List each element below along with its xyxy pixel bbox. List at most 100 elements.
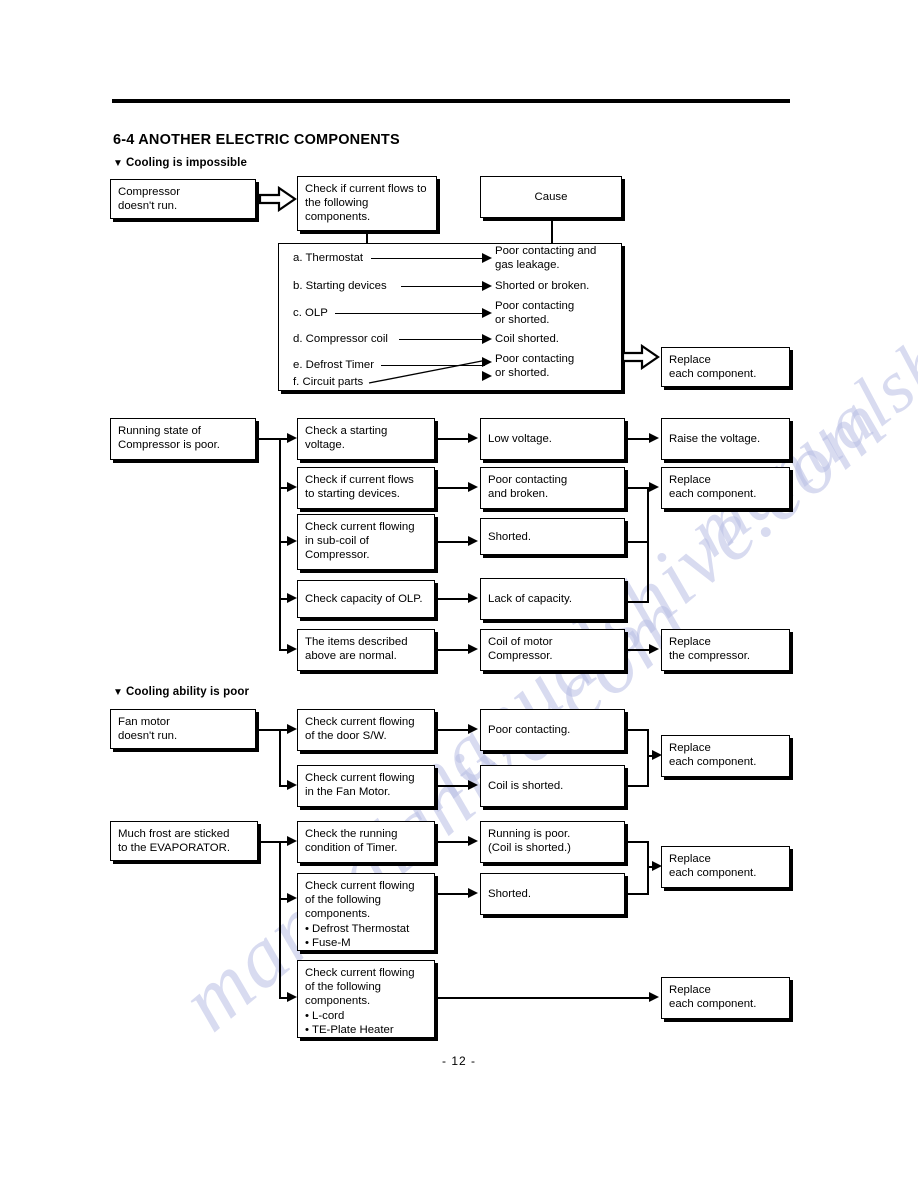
arrow-head-icon xyxy=(649,992,659,1002)
arrow-head-icon xyxy=(468,482,478,492)
connector xyxy=(625,438,650,440)
box-line: Compressor. xyxy=(488,650,553,663)
flow4-check-box: Check current flowing of the following c… xyxy=(297,873,435,951)
box-line: condition of Timer. xyxy=(305,842,398,855)
connector xyxy=(435,438,469,440)
connector xyxy=(435,729,469,731)
flow3-check-box: Check current flowing in the Fan Motor. xyxy=(297,765,435,807)
flow2-cause-box: Coil of motor Compressor. xyxy=(480,629,625,671)
box-line: in the Fan Motor. xyxy=(305,786,391,799)
arrow-head-icon xyxy=(482,253,492,263)
flow4-action-box-bottom: Replace each component. xyxy=(661,977,790,1019)
connector xyxy=(279,841,281,998)
box-line: Check capacity of OLP. xyxy=(305,593,423,606)
arrow-head-icon xyxy=(468,888,478,898)
box-line: each component. xyxy=(669,998,757,1011)
connector xyxy=(279,438,281,650)
subsection-label: Cooling ability is poor xyxy=(126,686,250,698)
lead-line-diagonal xyxy=(368,359,488,384)
component-label: b. Starting devices xyxy=(293,280,387,292)
connector xyxy=(435,997,650,999)
arrow-head-icon xyxy=(649,482,659,492)
box-line: to starting devices. xyxy=(305,488,400,501)
flow2-check-box: Check a starting voltage. xyxy=(297,418,435,460)
box-line: each component. xyxy=(669,488,757,501)
arrow-head-icon xyxy=(468,536,478,546)
connector xyxy=(625,841,649,843)
box-line: Check current flowing xyxy=(305,521,415,533)
flow1-cause-header-box: Cause xyxy=(480,176,622,218)
watermark-text: manualshive.com xyxy=(372,375,904,842)
arrow-head-icon xyxy=(468,780,478,790)
box-line: Lack of capacity. xyxy=(488,593,572,606)
connector xyxy=(279,729,281,786)
flow1-check-box: Check if current flows to the following … xyxy=(297,176,437,231)
flow2-action-box: Replace each component. xyxy=(661,467,790,509)
box-line: The items described xyxy=(305,636,408,648)
arrow-head-icon xyxy=(482,281,492,291)
box-line: above are normal. xyxy=(305,650,397,663)
page-number: - 12 - xyxy=(441,1054,476,1068)
box-line: Compressor is poor. xyxy=(118,439,220,452)
lead-line xyxy=(381,365,485,367)
connector xyxy=(625,785,649,787)
flow2-action-box: Raise the voltage. xyxy=(661,418,790,460)
box-line: of the door S/W. xyxy=(305,730,387,743)
page-title: 6-4 ANOTHER ELECTRIC COMPONENTS xyxy=(113,132,400,148)
flow2-cause-box: Lack of capacity. xyxy=(480,578,625,620)
flow2-cause-box: Poor contacting and broken. xyxy=(480,467,625,509)
arrow-head-icon xyxy=(482,357,492,367)
flow1-action-box: Replace each component. xyxy=(661,347,790,387)
arrow-head-icon xyxy=(482,371,492,381)
lead-line xyxy=(371,258,483,260)
cause-label: Poor contacting xyxy=(495,353,575,365)
connector xyxy=(625,601,649,603)
lead-line xyxy=(335,313,485,315)
bullet-item: L-cord xyxy=(305,1009,428,1023)
flow4-check-bullets: Defrost Thermostat Fuse-M xyxy=(305,922,428,950)
box-line: each component. xyxy=(669,867,757,880)
arrow-head-icon xyxy=(649,433,659,443)
flow2-symptom-box: Running state of Compressor is poor. xyxy=(110,418,256,460)
flow4-cause-box: Running is poor. (Coil is shorted.) xyxy=(480,821,625,863)
box-line: to the EVAPORATOR. xyxy=(118,842,231,855)
flow3-check-box: Check current flowing of the door S/W. xyxy=(297,709,435,751)
arrow-head-icon xyxy=(468,724,478,734)
box-line: of the following xyxy=(305,981,381,994)
arrow-head-icon xyxy=(482,334,492,344)
box-line: voltage. xyxy=(305,439,345,452)
box-line: Check current flowing xyxy=(305,772,415,784)
component-label: d. Compressor coil xyxy=(293,333,388,345)
arrow-head-icon xyxy=(287,780,297,790)
block-arrow-icon xyxy=(621,343,660,375)
flow2-check-box: Check if current flows to starting devic… xyxy=(297,467,435,509)
box-line: Cause xyxy=(534,190,568,203)
cause-label: or shorted. xyxy=(495,367,550,379)
box-line: Poor contacting. xyxy=(488,724,571,737)
cause-label: Poor contacting xyxy=(495,300,575,312)
box-line: Coil of motor xyxy=(488,636,553,648)
box-line: Fan motor xyxy=(118,716,170,728)
flow4-check-box: Check current flowing of the following c… xyxy=(297,960,435,1038)
box-line: each component. xyxy=(669,368,757,381)
box-line: components. xyxy=(305,908,371,921)
connector xyxy=(258,841,280,843)
box-line: components. xyxy=(305,211,371,224)
cause-label: Coil shorted. xyxy=(495,333,559,345)
arrow-head-icon xyxy=(468,433,478,443)
connector xyxy=(625,541,649,543)
box-line: doesn't run. xyxy=(118,200,178,213)
box-line: the compressor. xyxy=(669,650,751,663)
bullet-item: Fuse-M xyxy=(305,936,428,950)
box-line: Replace xyxy=(669,474,711,486)
connector xyxy=(625,487,649,489)
flow2-check-box: Check capacity of OLP. xyxy=(297,580,435,618)
flow4-symptom-box: Much frost are sticked to the EVAPORATOR… xyxy=(110,821,258,861)
box-line: Check if current flows to xyxy=(305,183,427,195)
block-arrow-icon xyxy=(258,185,297,217)
flow1-components-panel: a. Thermostat b. Starting devices c. OLP… xyxy=(278,243,622,391)
cause-label: Shorted or broken. xyxy=(495,280,590,292)
box-line: Check the running xyxy=(305,828,398,840)
flow1-symptom-box: Compressor doesn't run. xyxy=(110,179,256,219)
cause-label: gas leakage. xyxy=(495,259,560,271)
